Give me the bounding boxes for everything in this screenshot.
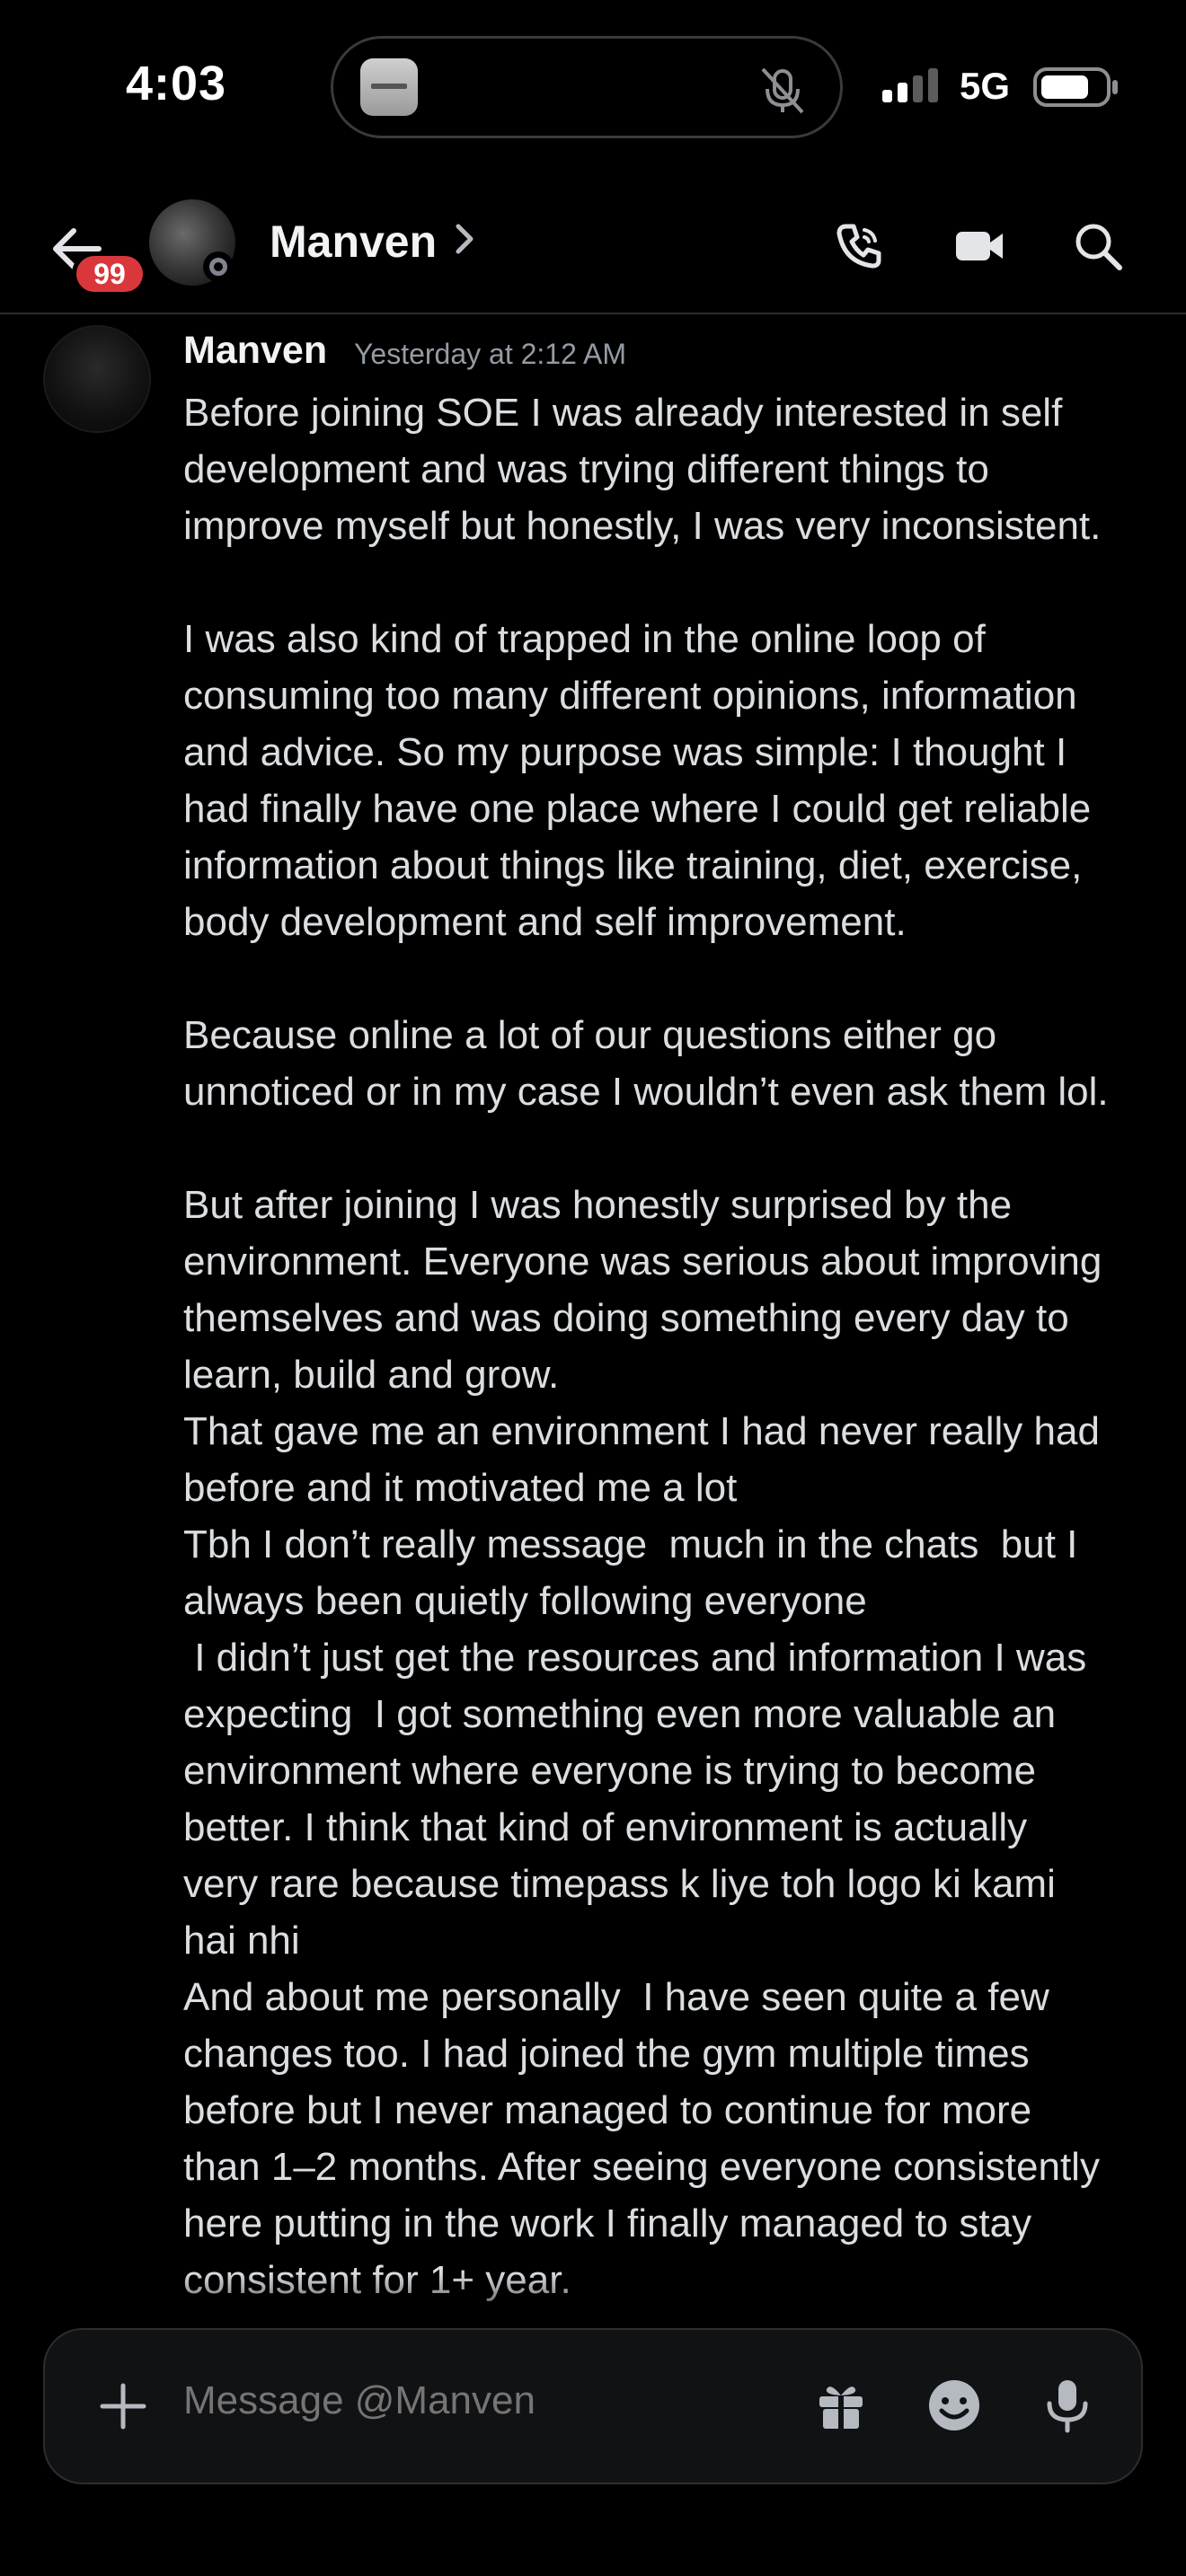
message-line: I didn’t just get the resources and info… <box>183 1636 1087 1680</box>
message-line: That gave me an environment I had never … <box>183 1409 1100 1453</box>
message-line: But after joining I was honestly surpris… <box>183 1183 1013 1227</box>
message-line: I was also kind of trapped in the online… <box>183 617 986 661</box>
network-type: 5G <box>960 65 1011 107</box>
app-thumbnail-icon <box>360 58 418 116</box>
message-line: information about things like training, … <box>183 843 1083 887</box>
signal-icon <box>882 68 938 102</box>
message-line <box>183 554 1163 611</box>
message-content: Before joining SOE I was already interes… <box>183 384 1163 2308</box>
message-composer <box>43 2328 1143 2484</box>
status-time: 4:03 <box>126 57 227 110</box>
search-icon[interactable] <box>1069 217 1127 275</box>
message-line: environment. Everyone was serious about … <box>183 1239 1102 1284</box>
plus-icon[interactable] <box>95 2378 151 2439</box>
message-line: very rare because timepass k liye toh lo… <box>183 1862 1056 1906</box>
message-line <box>183 1120 1163 1177</box>
dynamic-island <box>331 36 843 138</box>
message-timestamp: Yesterday at 2:12 AM <box>354 338 627 370</box>
message-line: hai nhi <box>183 1919 300 1963</box>
mic-off-icon <box>756 64 810 122</box>
channel-name: Manven <box>270 216 438 267</box>
message-line: environment where everyone is trying to … <box>183 1749 1036 1793</box>
unread-badge: 99 <box>72 251 147 296</box>
channel-title[interactable]: Manven <box>270 216 476 268</box>
chat-header: 99 Manven <box>0 180 1186 314</box>
message-line: And about me personally I have seen quit… <box>183 1975 1049 2019</box>
message-line: always been quietly following everyone <box>183 1579 867 1623</box>
message-line: expecting I got something even more valu… <box>183 1692 1057 1736</box>
message-line: and advice. So my purpose was simple: I … <box>183 730 1067 774</box>
message-line: better. I think that kind of environment… <box>183 1805 1028 1849</box>
phone-icon[interactable] <box>830 217 888 275</box>
message-line: body development and self improvement. <box>183 900 907 944</box>
message-author[interactable]: Manven <box>183 329 327 373</box>
chevron-right-icon <box>453 216 476 268</box>
message-line: Because online a lot of our questions ei… <box>183 1013 997 1057</box>
message-line: before and it motivated me a lot <box>183 1466 738 1510</box>
message-line: here putting in the work I finally manag… <box>183 2201 1032 2245</box>
microphone-icon[interactable] <box>1037 2375 1098 2440</box>
message-line: than 1–2 months. After seeing everyone c… <box>183 2145 1100 2189</box>
battery-icon <box>1033 66 1120 112</box>
message-line: before but I never managed to continue f… <box>183 2088 1032 2132</box>
message-line: Tbh I don’t really message much in the c… <box>183 1522 1078 1566</box>
scroll-fade <box>0 2272 1186 2335</box>
emoji-icon[interactable] <box>924 2375 985 2440</box>
message-line: changes too. I had joined the gym multip… <box>183 2032 1030 2076</box>
message-line: development and was trying different thi… <box>183 447 989 491</box>
message-avatar[interactable] <box>43 325 151 433</box>
message-line: unnoticed or in my case I wouldn’t even … <box>183 1070 1109 1114</box>
message-input[interactable] <box>183 2378 812 2423</box>
message-line <box>183 950 1163 1007</box>
message-line: themselves and was doing something every… <box>183 1296 1069 1340</box>
video-camera-icon[interactable] <box>951 217 1008 275</box>
message-line: learn, build and grow. <box>183 1353 560 1397</box>
message-line: Before joining SOE I was already interes… <box>183 391 1063 435</box>
message-line: had finally have one place where I could… <box>183 787 1092 831</box>
gift-icon[interactable] <box>810 2375 872 2440</box>
message-line: improve myself but honestly, I was very … <box>183 504 1102 548</box>
message-line: consuming too many different opinions, i… <box>183 674 1077 718</box>
presence-status-icon <box>203 251 234 282</box>
